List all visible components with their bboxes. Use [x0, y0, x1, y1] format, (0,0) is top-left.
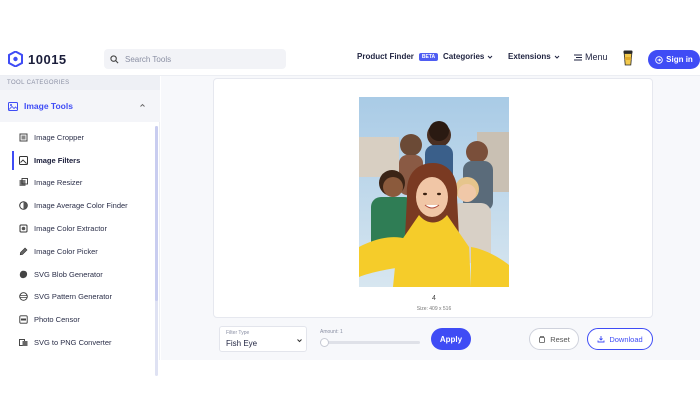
- resize-icon: [19, 178, 28, 187]
- nav-extensions-label: Extensions: [508, 52, 551, 61]
- filter-controls: Filter Type Fish Eye Amount: 1 Apply Res…: [213, 324, 653, 356]
- reset-label: Reset: [550, 334, 570, 344]
- sidebar-item-image-cropper[interactable]: Image Cropper: [12, 126, 158, 149]
- category-image-tools[interactable]: Image Tools: [0, 90, 160, 122]
- sidebar-item-image-filters[interactable]: Image Filters: [12, 149, 158, 172]
- chevron-down-icon: [488, 55, 493, 59]
- download-label: Download: [609, 334, 643, 344]
- nav-extensions[interactable]: Extensions: [508, 52, 560, 61]
- sidebar-item-svg-to-png-converter[interactable]: SVG to PNG Converter: [12, 331, 158, 354]
- sidebar-item-label: SVG Blob Generator: [34, 269, 103, 279]
- sidebar-item-label: Photo Censor: [34, 315, 80, 325]
- image-size: Size: 409 x 516: [416, 306, 452, 312]
- sidebar-item-label: SVG to PNG Converter: [34, 338, 112, 348]
- sidebar-item-label: Image Filters: [34, 155, 81, 165]
- nav-menu-label: Menu: [585, 52, 608, 62]
- sidebar-item-label: Image Color Picker: [34, 246, 98, 256]
- coffee-cup-icon[interactable]: [623, 50, 633, 66]
- sidebar-item-svg-blob-generator[interactable]: SVG Blob Generator: [12, 263, 158, 286]
- reset-button[interactable]: Reset: [529, 328, 579, 350]
- download-icon: [597, 336, 605, 343]
- sidebar-item-image-color-picker[interactable]: Image Color Picker: [12, 240, 158, 263]
- chevron-up-icon: [140, 103, 145, 107]
- filter-type-value: Fish Eye: [226, 339, 258, 348]
- sidebar-item-image-color-extractor[interactable]: Image Color Extractor: [12, 217, 158, 240]
- sign-in-label: Sign in: [666, 55, 693, 64]
- blob-icon: [19, 270, 28, 278]
- filter-type-select[interactable]: Filter Type Fish Eye: [219, 326, 307, 352]
- sign-in-button[interactable]: Sign in: [648, 50, 700, 69]
- main-panel: 4 Size: 409 x 516 Filter Type Fish Eye A…: [161, 76, 700, 360]
- tool-list: Image Cropper Image Filters Image Resize…: [12, 126, 158, 354]
- sidebar-item-image-resizer[interactable]: Image Resizer: [12, 172, 158, 195]
- filter-type-label: Filter Type: [226, 330, 250, 336]
- amount-slider-track[interactable]: [320, 341, 420, 344]
- nav-product-finder-label: Product Finder: [357, 52, 414, 61]
- logo-text: 10015: [28, 51, 67, 67]
- image-icon: [8, 101, 18, 111]
- top-header: 10015 Product Finder BETA Categories Ext…: [0, 42, 700, 76]
- censor-icon: [19, 315, 28, 324]
- category-label: Image Tools: [24, 101, 73, 111]
- download-button[interactable]: Download: [587, 328, 653, 350]
- beta-badge: BETA: [418, 52, 439, 61]
- apply-button[interactable]: Apply: [431, 328, 471, 350]
- amount-slider-handle[interactable]: [320, 338, 329, 347]
- sidebar-item-label: Image Average Color Finder: [34, 201, 128, 211]
- color-circle-icon: [19, 201, 28, 211]
- search-box[interactable]: [104, 49, 286, 69]
- sidebar-item-svg-pattern-generator[interactable]: SVG Pattern Generator: [12, 286, 158, 309]
- sidebar-item-image-average-color-finder[interactable]: Image Average Color Finder: [12, 194, 158, 217]
- preview-photo: [359, 97, 509, 287]
- chevron-down-icon: [554, 55, 560, 59]
- sidebar-item-label: Image Color Extractor: [34, 224, 107, 234]
- filter-icon: [19, 155, 28, 165]
- color-picker-icon: [19, 247, 28, 256]
- logo-icon: [8, 51, 23, 67]
- sidebar-item-label: Image Cropper: [34, 132, 85, 142]
- sidebar-item-label: Image Resizer: [34, 178, 83, 188]
- sidebar-item-label: SVG Pattern Generator: [34, 292, 112, 302]
- logo[interactable]: 10015: [8, 51, 67, 67]
- nav-product-finder[interactable]: Product Finder BETA: [357, 52, 439, 61]
- hamburger-icon: [574, 54, 582, 60]
- sidebar: TOOL CATEGORIES Image Tools Image Croppe…: [0, 76, 160, 376]
- image-index: 4: [432, 295, 436, 302]
- crop-icon: [19, 133, 28, 142]
- color-extract-icon: [19, 224, 28, 233]
- amount-label: Amount: 1: [320, 329, 343, 335]
- search-icon: [110, 54, 119, 63]
- nav-categories[interactable]: Categories: [443, 52, 493, 61]
- search-input[interactable]: [125, 54, 275, 64]
- nav-menu[interactable]: Menu: [574, 52, 608, 62]
- reset-icon: [539, 336, 546, 343]
- sidebar-item-photo-censor[interactable]: Photo Censor: [12, 308, 158, 331]
- convert-icon: [19, 339, 28, 347]
- pattern-icon: [19, 292, 28, 302]
- group-selfie-image: [359, 97, 509, 287]
- nav-categories-label: Categories: [443, 52, 485, 61]
- chevron-down-icon: [297, 339, 302, 343]
- login-icon: [655, 55, 663, 64]
- image-preview-card: 4 Size: 409 x 516: [213, 78, 653, 318]
- sidebar-section-title: TOOL CATEGORIES: [0, 76, 160, 90]
